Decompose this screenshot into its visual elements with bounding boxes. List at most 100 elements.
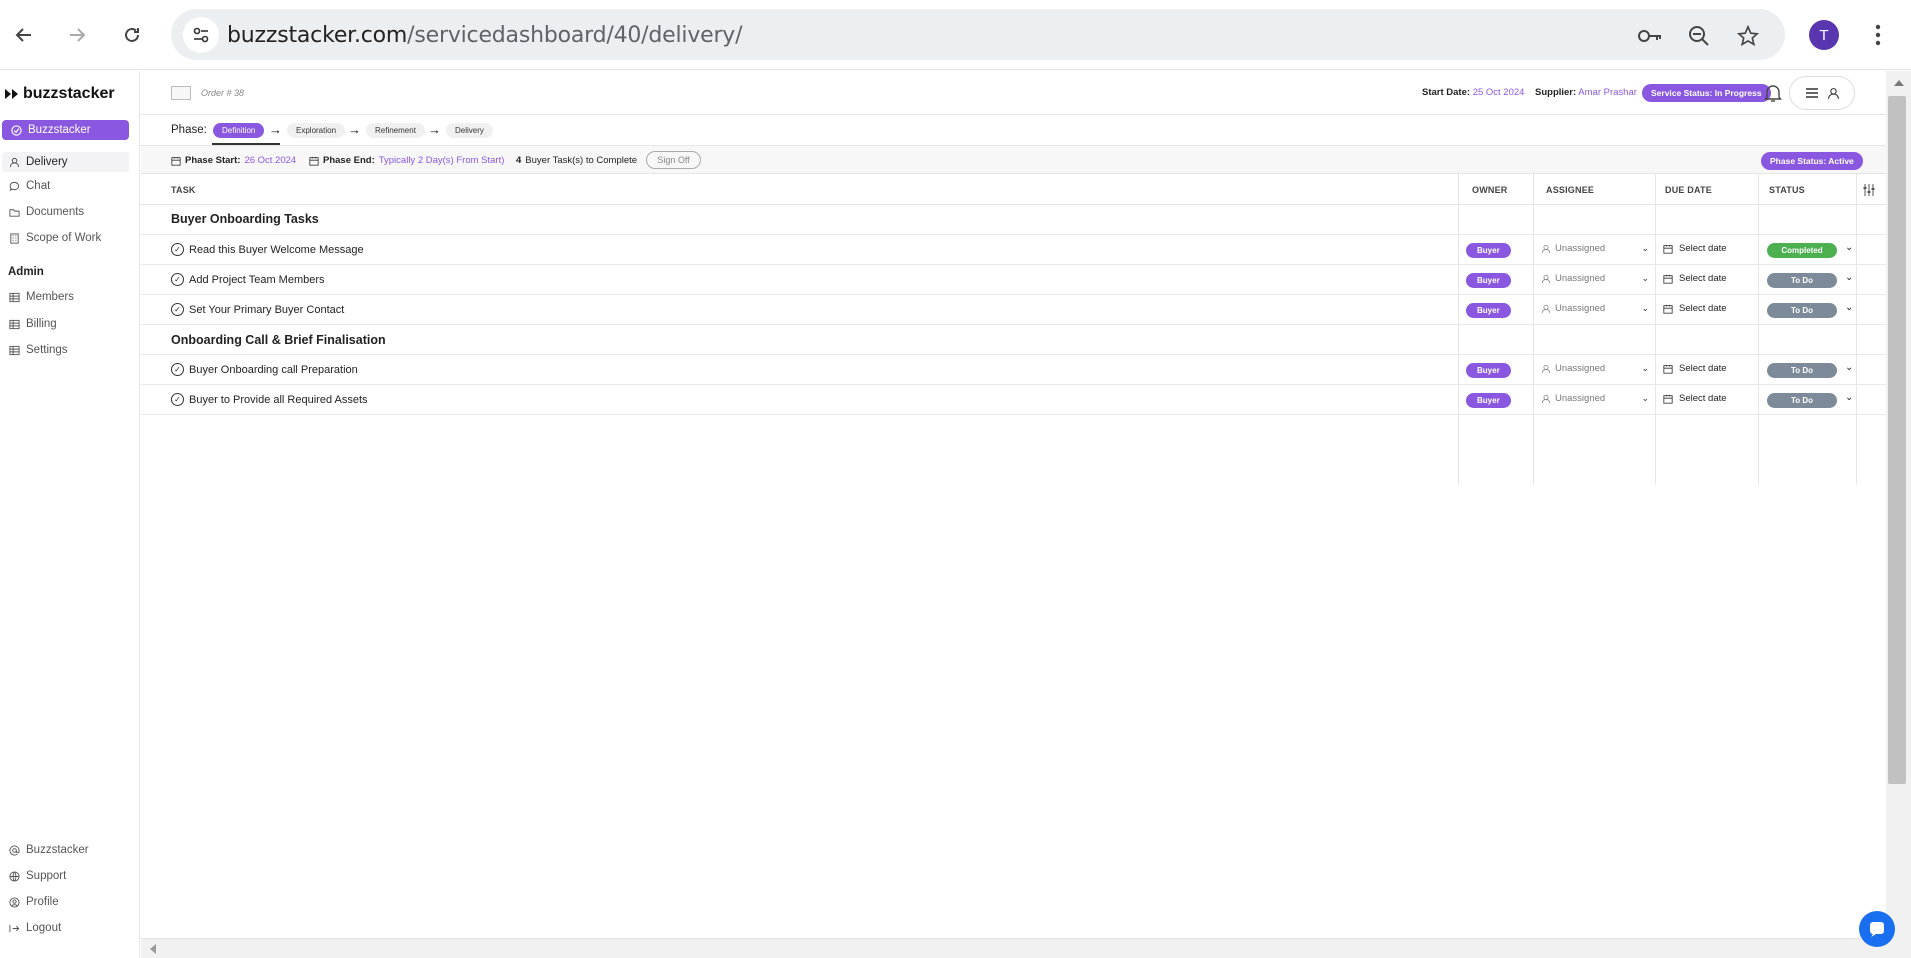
due-date-picker[interactable]: Select date [1663, 243, 1727, 254]
address-bar[interactable]: buzzstacker.com/servicedashboard/40/deli… [171, 9, 1785, 60]
folder-icon [8, 206, 20, 218]
task-group-title: Onboarding Call & Brief Finalisation [171, 333, 386, 347]
sidebar-item-scope-of-work[interactable]: Scope of Work [8, 232, 101, 244]
sidebar-item-documents[interactable]: Documents [8, 206, 84, 218]
horizontal-scrollbar[interactable] [141, 938, 1886, 958]
check-circle-icon[interactable]: ✓ [171, 303, 184, 316]
status-badge[interactable]: To Do [1767, 303, 1837, 318]
logo-icon [5, 89, 18, 99]
logo-text: buzzstacker [23, 85, 115, 102]
sidebar-item-label: Members [26, 291, 74, 303]
bell-icon[interactable] [1764, 83, 1782, 103]
sidebar-item-buzzstacker-link[interactable]: Buzzstacker [8, 844, 89, 856]
chevron-down-icon[interactable]: ⌄ [1845, 242, 1853, 253]
check-circle-icon[interactable]: ✓ [171, 273, 184, 286]
due-date-picker[interactable]: Select date [1663, 303, 1727, 314]
user-icon [1541, 304, 1551, 313]
forward-button[interactable] [60, 18, 94, 52]
chevron-down-icon[interactable]: ⌄ [1845, 392, 1853, 403]
check-circle-icon[interactable]: ✓ [171, 363, 184, 376]
reload-button[interactable] [115, 18, 149, 52]
phase-refinement[interactable]: Refinement [366, 123, 425, 138]
sidebar-item-buzzstacker[interactable]: Buzzstacker [2, 120, 129, 140]
back-button[interactable] [7, 18, 41, 52]
phase-end: Phase End: Typically 2 Day(s) From Start) [309, 155, 504, 166]
table-row[interactable]: ✓ Set Your Primary Buyer Contact Buyer Un… [141, 294, 1886, 324]
start-date: Start Date: 25 Oct 2024 [1422, 87, 1525, 98]
admin-heading: Admin [8, 266, 44, 278]
table-bottom-border [141, 414, 1886, 415]
due-date-picker[interactable]: Select date [1663, 393, 1727, 404]
user-icon [1541, 244, 1551, 253]
chevron-down-icon[interactable]: ⌄ [1845, 362, 1853, 373]
sidebar-item-billing[interactable]: Billing [8, 318, 57, 330]
zoom-out-icon[interactable] [1685, 22, 1713, 50]
reload-icon [125, 27, 139, 42]
sidebar-item-label: Billing [26, 318, 57, 330]
supplier: Supplier: Amar Prashar [1535, 87, 1637, 98]
chevron-down-icon[interactable]: ⌄ [1845, 302, 1853, 313]
assignee-select[interactable]: Unassigned ⌄ [1541, 273, 1649, 284]
owner-badge: Buyer [1466, 243, 1511, 258]
assignee-select[interactable]: Unassigned ⌄ [1541, 243, 1649, 254]
status-badge[interactable]: To Do [1767, 273, 1837, 288]
user-icon [1827, 87, 1839, 99]
calendar-icon [309, 156, 319, 166]
vertical-scroll-thumb[interactable] [1888, 96, 1906, 784]
task-cell[interactable]: ✓ Buyer Onboarding call Preparation [171, 363, 358, 376]
sidebar-item-support[interactable]: Support [8, 870, 66, 882]
user-icon [1541, 394, 1551, 403]
site-settings-icon[interactable] [183, 17, 219, 53]
header-task: TASK [171, 185, 196, 195]
task-cell[interactable]: ✓ Buyer to Provide all Required Assets [171, 393, 368, 406]
task-group-title: Buyer Onboarding Tasks [171, 212, 319, 226]
account-menu-button[interactable] [1789, 76, 1855, 110]
order-header: Order # 38 Start Date: 25 Oct 2024 Suppl… [141, 71, 1886, 115]
profile-avatar[interactable]: T [1809, 20, 1839, 50]
sidebar-item-delivery[interactable]: Delivery [2, 152, 129, 172]
check-circle-icon[interactable]: ✓ [171, 393, 184, 406]
bookmark-star-icon[interactable] [1734, 22, 1762, 50]
sidebar-item-label: Buzzstacker [26, 844, 89, 856]
sidebar-item-settings[interactable]: Settings [8, 344, 68, 356]
calendar-icon [171, 156, 181, 166]
phase-exploration[interactable]: Exploration [287, 123, 346, 138]
due-date-picker[interactable]: Select date [1663, 363, 1727, 374]
task-cell[interactable]: ✓ Add Project Team Members [171, 273, 325, 286]
assignee-select[interactable]: Unassigned ⌄ [1541, 363, 1649, 374]
task-cell[interactable]: ✓ Set Your Primary Buyer Contact [171, 303, 344, 316]
status-badge[interactable]: To Do [1767, 363, 1837, 378]
table-row[interactable]: ✓ Buyer to Provide all Required Assets Bu… [141, 384, 1886, 414]
sidebar-item-label: Logout [26, 922, 62, 934]
sidebar-item-chat[interactable]: Chat [8, 180, 50, 192]
status-badge[interactable]: To Do [1767, 393, 1837, 408]
sidebar-item-logout[interactable]: Logout [8, 922, 61, 934]
table-row[interactable]: ✓ Read this Buyer Welcome Message Buyer U… [141, 234, 1886, 264]
table-row[interactable]: ✓ Buyer Onboarding call Preparation Buyer… [141, 354, 1886, 384]
column-settings-icon[interactable] [1862, 184, 1876, 198]
chat-widget-button[interactable] [1859, 911, 1895, 947]
sign-off-button[interactable]: Sign Off [646, 151, 701, 169]
sidebar-item-profile[interactable]: Profile [8, 896, 59, 908]
assignee-select[interactable]: Unassigned ⌄ [1541, 303, 1649, 314]
check-circle-icon[interactable]: ✓ [171, 243, 184, 256]
key-icon[interactable] [1636, 22, 1664, 50]
status-badge[interactable]: Completed [1767, 243, 1837, 258]
browser-menu-icon[interactable] [1868, 18, 1888, 52]
sidebar: buzzstacker Buzzstacker Delivery Chat Do… [0, 71, 140, 958]
due-date-picker[interactable]: Select date [1663, 273, 1727, 284]
arrow-right-icon: → [348, 122, 361, 137]
phase-definition[interactable]: Definition [213, 123, 265, 138]
calendar-icon [1663, 274, 1673, 284]
assignee-select[interactable]: Unassigned ⌄ [1541, 393, 1649, 404]
header-status: STATUS [1769, 185, 1805, 195]
phase-delivery[interactable]: Delivery [446, 123, 493, 138]
chat-bubble-icon [1870, 922, 1884, 937]
logo[interactable]: buzzstacker [5, 85, 115, 103]
task-cell[interactable]: ✓ Read this Buyer Welcome Message [171, 243, 364, 256]
table-row[interactable]: ✓ Add Project Team Members Buyer Unassign… [141, 264, 1886, 294]
chevron-down-icon[interactable]: ⌄ [1845, 272, 1853, 283]
table-icon [8, 318, 20, 330]
header-assignee: ASSIGNEE [1546, 185, 1595, 195]
sidebar-item-members[interactable]: Members [8, 291, 74, 303]
